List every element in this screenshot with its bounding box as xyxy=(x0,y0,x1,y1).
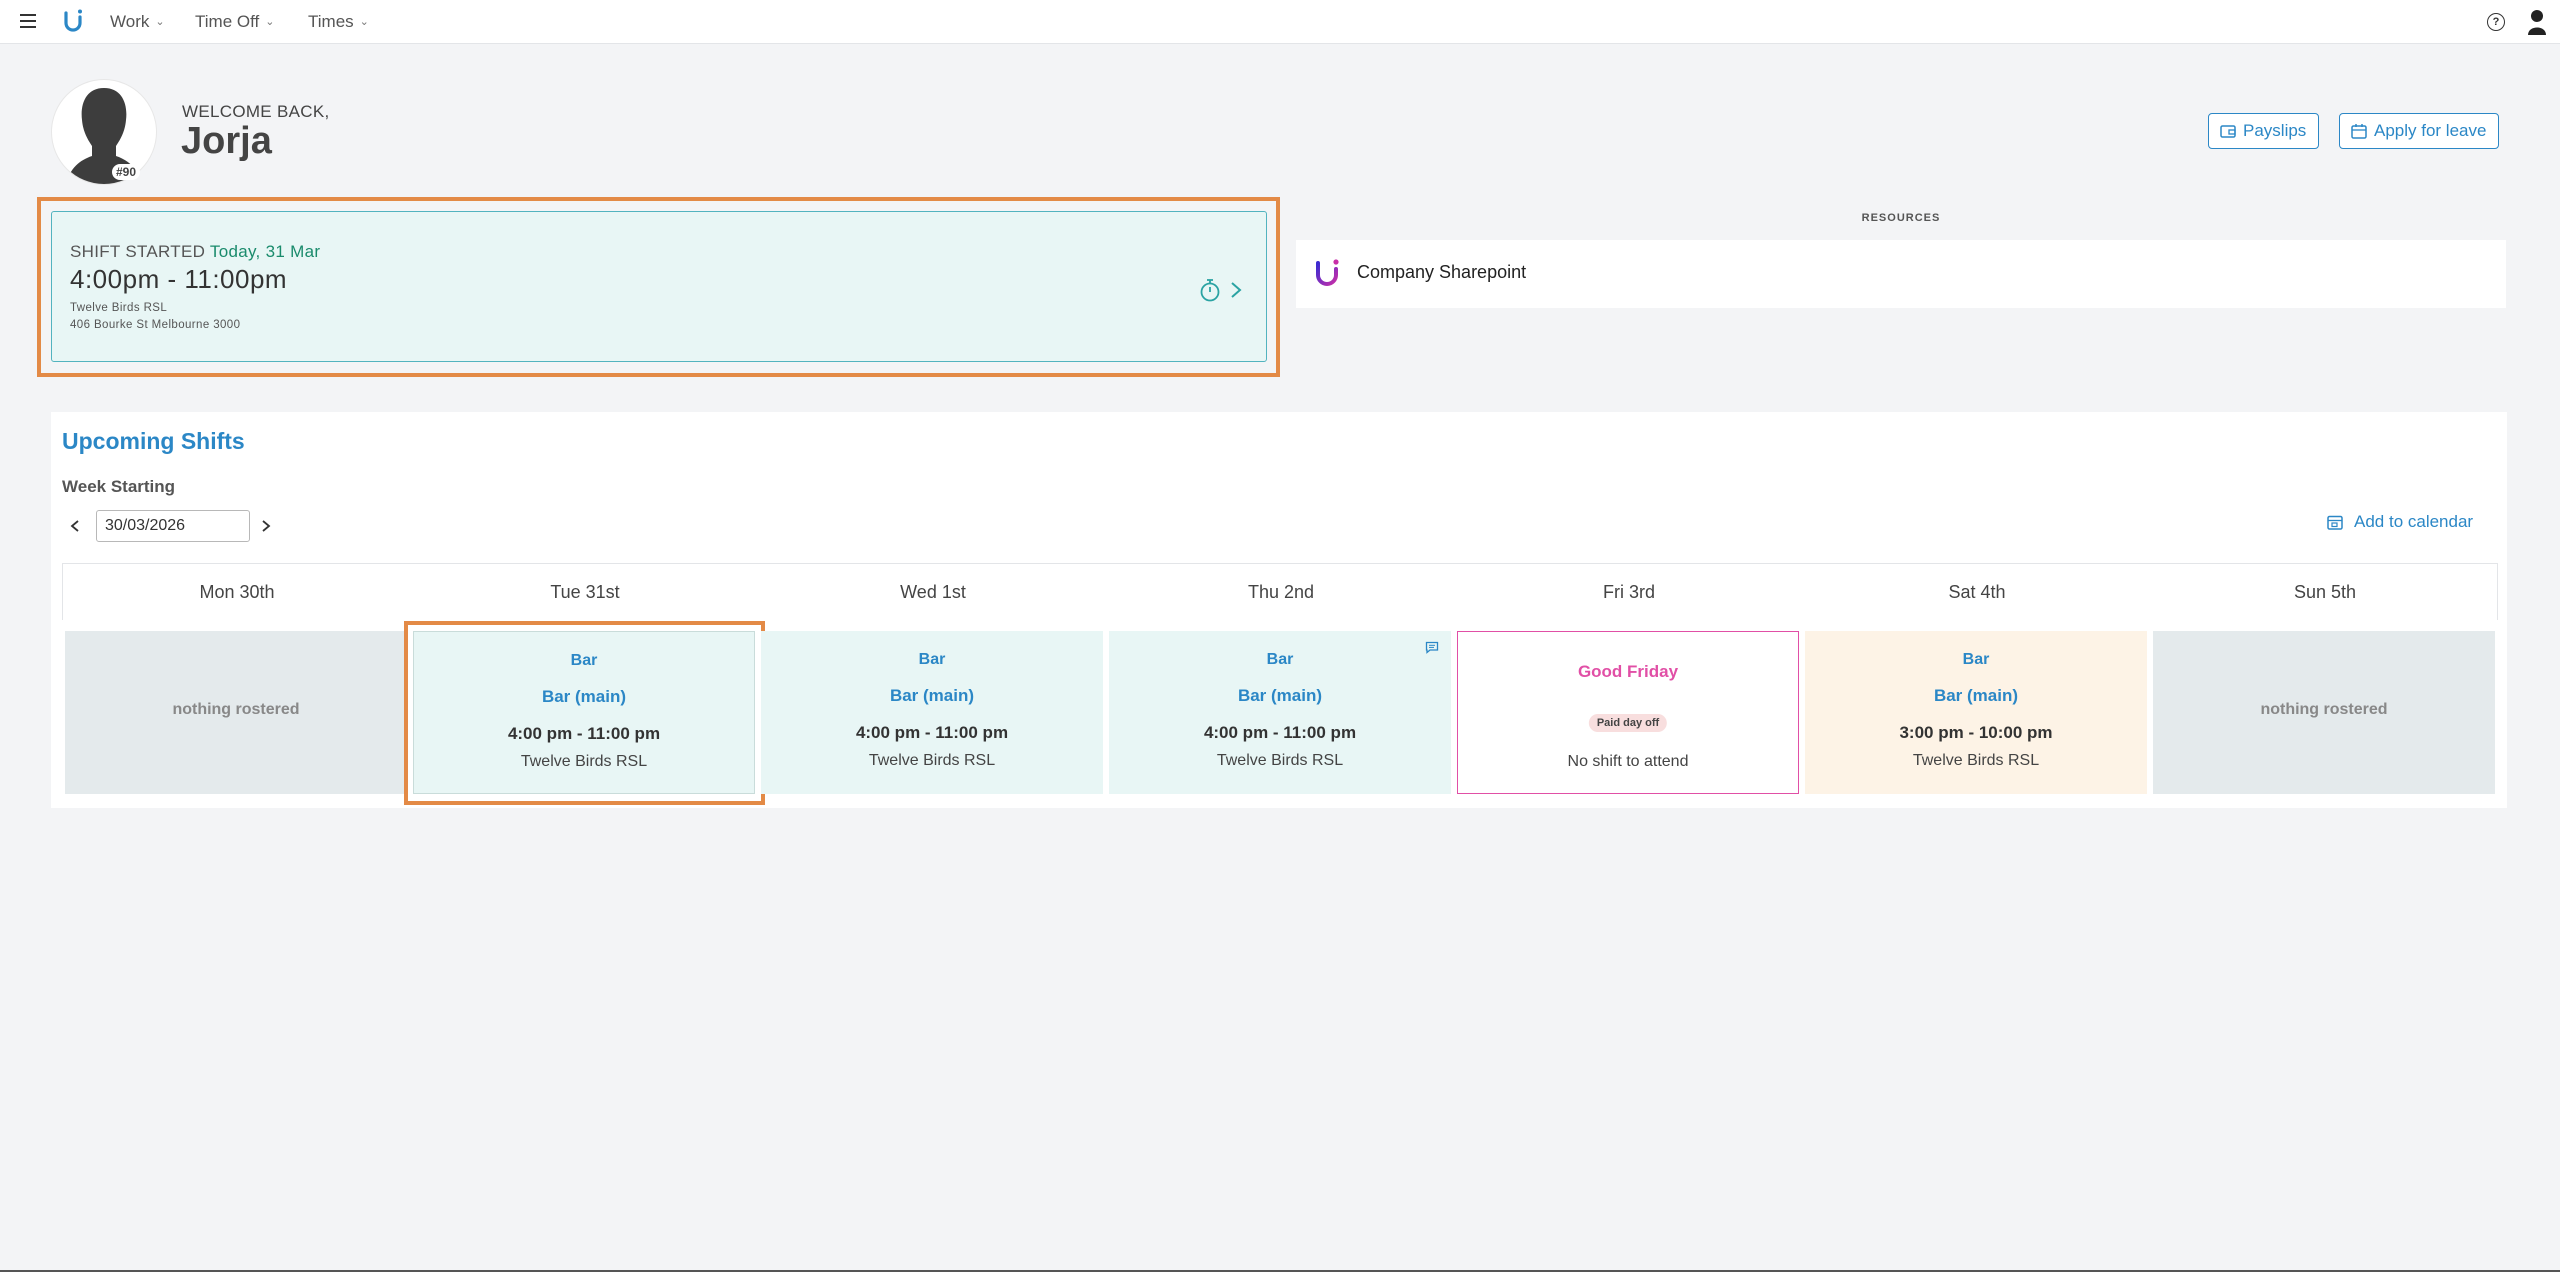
shift-card-thu[interactable]: Bar Bar (main) 4:00 pm - 11:00 pm Twelve… xyxy=(1109,631,1451,794)
week-starting-label: Week Starting xyxy=(62,477,176,496)
nav-times[interactable]: Times ⌄ xyxy=(308,10,369,34)
shift-time: 4:00 pm - 11:00 pm xyxy=(855,723,1009,742)
shift-card-wed[interactable]: Bar Bar (main) 4:00 pm - 11:00 pm Twelve… xyxy=(761,631,1103,794)
shift-venue: Twelve Birds RSL xyxy=(1216,752,1344,769)
day-heading: Thu 2nd xyxy=(1247,582,1315,602)
shift-role: Bar xyxy=(918,651,946,668)
apply-leave-button[interactable]: Apply for leave xyxy=(2339,113,2500,149)
shift-area: Bar (main) xyxy=(1933,686,2019,705)
current-shift-card[interactable]: SHIFT STARTED Today, 31 Mar 4:00pm - 11:… xyxy=(51,211,1267,362)
nav-time-off[interactable]: Time Off ⌄ xyxy=(195,10,274,34)
shift-venue: Twelve Birds RSL xyxy=(70,302,168,314)
shift-venue: Twelve Birds RSL xyxy=(868,752,996,769)
resources-title: RESOURCES xyxy=(1861,212,1941,224)
shift-area: Bar (main) xyxy=(889,686,975,705)
chevron-down-icon: ⌄ xyxy=(155,16,165,28)
help-icon[interactable]: ? xyxy=(2487,13,2505,31)
shift-card-sat[interactable]: Bar Bar (main) 3:00 pm - 10:00 pm Twelve… xyxy=(1805,631,2147,794)
week-start-input[interactable] xyxy=(96,510,250,542)
chevron-right-icon[interactable] xyxy=(261,519,271,533)
tue-highlight-frame xyxy=(404,621,765,805)
paid-day-off-badge: Paid day off xyxy=(1588,714,1668,732)
resource-label: Company Sharepoint xyxy=(1357,262,1527,282)
shift-time: 4:00 pm - 11:00 pm xyxy=(1203,723,1357,742)
shift-role: Bar xyxy=(1962,651,1990,668)
shift-time: 4:00pm - 11:00pm xyxy=(70,264,288,294)
chevron-right-icon[interactable] xyxy=(1228,278,1244,302)
day-cell-sun: nothing rostered xyxy=(2153,631,2495,794)
nothing-rostered-text: nothing rostered xyxy=(2260,701,2388,718)
avatar xyxy=(52,80,156,184)
nothing-rostered-text: nothing rostered xyxy=(172,701,300,718)
welcome-text: WELCOME BACK, xyxy=(182,102,330,121)
chevron-down-icon: ⌄ xyxy=(359,16,369,28)
day-heading: Wed 1st xyxy=(900,582,966,602)
payslips-button[interactable]: Payslips xyxy=(2208,113,2320,149)
shift-area: Bar (main) xyxy=(1237,686,1323,705)
holiday-card-fri[interactable]: Good Friday Paid day off No shift to att… xyxy=(1457,631,1799,794)
holiday-name: Good Friday xyxy=(1577,662,1679,681)
week-days-header: Mon 30th Tue 31st Wed 1st Thu 2nd Fri 3r… xyxy=(62,563,2498,620)
avatar-silhouette-icon xyxy=(66,88,142,184)
stopwatch-icon[interactable] xyxy=(1199,278,1221,302)
shift-date: Today, 31 Mar xyxy=(209,242,321,261)
avatar-badge: #90 xyxy=(112,164,141,180)
shift-role: Bar xyxy=(1266,651,1294,668)
resource-item[interactable]: Company Sharepoint xyxy=(1296,240,2506,308)
day-heading: Fri 3rd xyxy=(1602,582,1655,602)
top-bar: Work ⌄ Time Off ⌄ Times ⌄ ? xyxy=(0,0,2560,44)
no-shift-text: No shift to attend xyxy=(1567,753,1689,770)
add-to-calendar-button[interactable]: Add to calendar xyxy=(2327,510,2473,534)
shift-time: 3:00 pm - 10:00 pm xyxy=(1899,723,2053,742)
day-heading: Mon 30th xyxy=(199,582,275,602)
menu-icon[interactable] xyxy=(20,14,36,28)
calendar-plane-icon xyxy=(2351,124,2367,139)
user-icon[interactable] xyxy=(2527,9,2547,35)
chevron-down-icon: ⌄ xyxy=(265,16,275,28)
logo-icon[interactable] xyxy=(62,8,84,34)
upcoming-title: Upcoming Shifts xyxy=(62,428,245,454)
day-heading: Sat 4th xyxy=(1948,582,2006,602)
day-cell-mon: nothing rostered xyxy=(65,631,407,794)
user-name: Jorja xyxy=(181,120,272,162)
upcoming-shifts-panel: Upcoming Shifts Week Starting Add to cal… xyxy=(51,412,2507,808)
calendar-icon xyxy=(2327,515,2343,530)
nav-work[interactable]: Work ⌄ xyxy=(110,10,165,34)
day-heading: Tue 31st xyxy=(550,582,620,602)
shift-venue: Twelve Birds RSL xyxy=(1912,752,2040,769)
wallet-icon xyxy=(2220,125,2236,138)
company-logo-icon xyxy=(1316,259,1339,286)
day-heading: Sun 5th xyxy=(2293,582,2357,602)
chevron-left-icon[interactable] xyxy=(70,519,80,533)
shift-status: SHIFT STARTED Today, 31 Mar xyxy=(70,242,321,261)
shift-address: 406 Bourke St Melbourne 3000 xyxy=(70,319,241,331)
